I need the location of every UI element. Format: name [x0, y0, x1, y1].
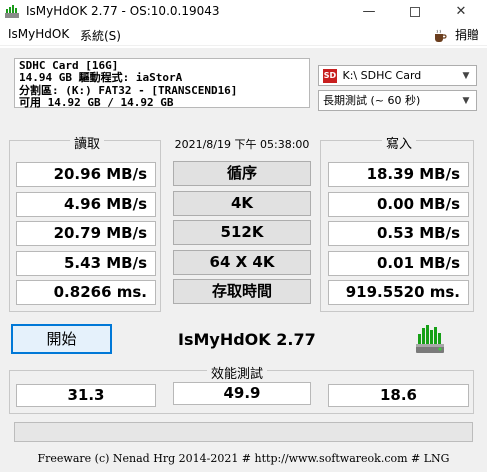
- write-access-time-value: 919.5520 ms.: [328, 280, 469, 305]
- test-duration-select[interactable]: 長期測試 (~ 60 秒) ▼: [318, 90, 477, 111]
- read-64x4k-value: 5.43 MB/s: [16, 251, 156, 276]
- donate-label: 捐贈: [454, 28, 479, 42]
- maximize-button[interactable]: [392, 0, 438, 24]
- sd-card-icon: SD: [323, 69, 337, 83]
- app-version-label: IsMyHdOK 2.77: [178, 330, 316, 349]
- start-button[interactable]: 開始: [11, 324, 112, 354]
- test-duration-value: 長期測試 (~ 60 秒): [323, 94, 421, 107]
- test-timestamp: 2021/8/19 下午 05:38:00: [174, 138, 310, 151]
- read-512k-value: 20.79 MB/s: [16, 221, 156, 246]
- drive-info-line: 可用 14.92 GB / 14.92 GB: [19, 96, 174, 110]
- menu-bar: IsMyHdOK 系統(S) 捐贈: [0, 24, 487, 46]
- label-sequential: 循序: [173, 161, 311, 186]
- write-512k-value: 0.53 MB/s: [328, 221, 469, 246]
- label-64x4k: 64 X 4K: [173, 250, 311, 275]
- label-512k: 512K: [173, 220, 311, 245]
- app-icon: [5, 5, 19, 18]
- performance-read-score: 31.3: [16, 384, 156, 407]
- close-button[interactable]: ✕: [438, 0, 484, 24]
- drive-info-line: 14.94 GB 驅動程式: iaStorA: [19, 71, 183, 85]
- window-title: IsMyHdOK 2.77 - OS:10.0.19043: [26, 4, 220, 18]
- coffee-cup-icon: [435, 29, 447, 42]
- hard-drive-icon: [416, 325, 444, 353]
- chevron-down-icon: ▼: [462, 71, 470, 81]
- write-title: 寫入: [382, 133, 417, 152]
- progress-bar: [14, 422, 473, 442]
- drive-select-value: K:\ SDHC Card: [342, 69, 422, 82]
- write-64x4k-value: 0.01 MB/s: [328, 251, 469, 276]
- write-sequential-value: 18.39 MB/s: [328, 162, 469, 187]
- drive-info-box: SDHC Card [16G] 14.94 GB 驅動程式: iaStorA 分…: [14, 58, 310, 110]
- menu-system[interactable]: 系統(S): [80, 27, 121, 44]
- read-4k-value: 4.96 MB/s: [16, 192, 156, 217]
- minimize-button[interactable]: —: [346, 0, 392, 24]
- chevron-down-icon: ▼: [462, 96, 470, 106]
- menu-ismyhdok[interactable]: IsMyHdOK: [8, 27, 69, 41]
- performance-write-score: 18.6: [328, 384, 469, 407]
- read-sequential-value: 20.96 MB/s: [16, 162, 156, 187]
- read-title: 讀取: [70, 133, 105, 152]
- write-4k-value: 0.00 MB/s: [328, 192, 469, 217]
- donate-menu[interactable]: 捐贈: [433, 26, 479, 43]
- read-access-time-value: 0.8266 ms.: [16, 280, 156, 305]
- label-access-time: 存取時間: [173, 279, 311, 304]
- title-bar: IsMyHdOK 2.77 - OS:10.0.19043 — ✕: [0, 0, 487, 24]
- performance-overall-score: 49.9: [173, 382, 311, 405]
- label-4k: 4K: [173, 191, 311, 216]
- performance-title: 效能測試: [207, 363, 268, 382]
- drive-select[interactable]: SD K:\ SDHC Card ▼: [318, 65, 477, 86]
- footer-credits: Freeware (c) Nenad Hrg 2014-2021 # http:…: [37, 452, 450, 465]
- main-panel: SDHC Card [16G] 14.94 GB 驅動程式: iaStorA 分…: [0, 48, 487, 472]
- maximize-icon: [410, 6, 420, 17]
